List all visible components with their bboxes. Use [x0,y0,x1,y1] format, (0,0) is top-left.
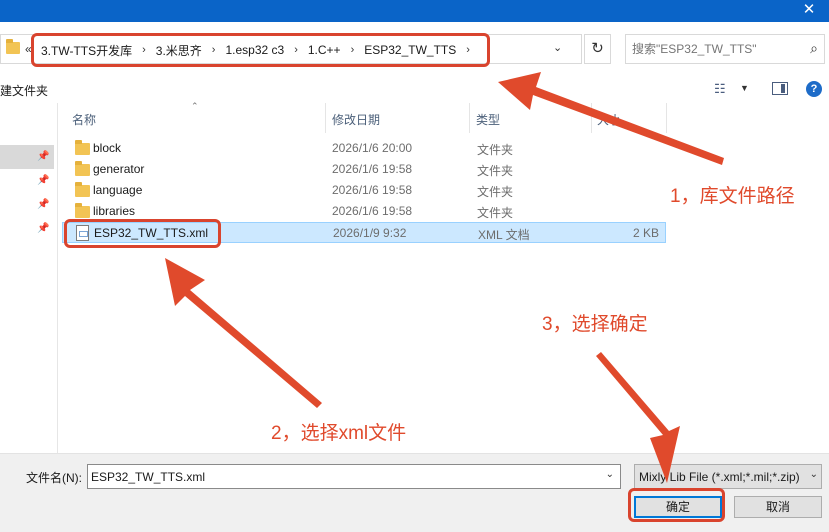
filename-input[interactable] [91,469,591,485]
highlight-box-xml [64,219,221,248]
column-header-size[interactable]: 大小 [597,111,621,128]
folder-icon [75,182,90,197]
file-type: 文件夹 [477,185,514,199]
file-name: block [93,141,122,155]
file-list: ⌃ 名称 修改日期 类型 大小 block 2026/1/6 20:00 文件夹… [59,101,829,453]
file-date: 2026/1/6 19:58 [332,183,413,197]
filename-label: 文件名(N): [26,471,82,485]
file-date: 2026/1/6 20:00 [332,141,413,155]
file-type: 文件夹 [477,206,514,220]
folder-icon [75,161,90,176]
pin-icon[interactable]: 📌 [37,223,49,234]
file-type: 文件夹 [477,143,514,157]
file-size: 2 KB [632,226,659,240]
highlight-box-path [31,33,490,67]
column-divider[interactable] [591,103,592,133]
navigation-pane: 📌 📌 📌 📌 [0,103,58,453]
pin-icon[interactable]: 📌 [37,199,49,210]
folder-icon [75,203,90,218]
file-date: 2026/1/9 9:32 [333,226,407,240]
cancel-button[interactable]: 取消 [734,496,822,518]
new-folder-button[interactable]: 建文件夹 [0,82,48,99]
highlight-box-ok [628,488,725,522]
close-icon[interactable]: ✕ [789,0,829,22]
column-headers: ⌃ 名称 修改日期 类型 大小 [59,101,829,133]
folder-icon [6,39,20,54]
file-type: 文件夹 [477,164,514,178]
column-divider[interactable] [325,103,326,133]
file-date: 2026/1/6 19:58 [332,162,413,176]
view-options-icon[interactable]: ☷ [714,81,726,97]
help-icon[interactable]: ? [806,81,822,97]
column-divider[interactable] [469,103,470,133]
file-row-block[interactable]: block 2026/1/6 20:00 文件夹 [62,138,666,159]
file-type: XML 文档 [478,228,530,242]
annotation-label-path: 1，库文件路径 [670,186,795,207]
address-dropdown-icon[interactable]: ⌄ [553,41,562,54]
search-box[interactable]: ⌕ [625,34,825,64]
file-name: language [93,183,143,197]
chevron-down-icon[interactable]: ⌄ [606,469,614,480]
filename-combobox[interactable]: ⌄ [87,464,621,489]
pin-icon[interactable]: 📌 [37,175,49,186]
annotation-label-ok: 3，选择确定 [542,314,648,335]
chevron-down-icon[interactable]: ⌄ [807,469,818,480]
filetype-select[interactable]: Mixly Lib File (*.xml;*.mil;*.zip) ⌄ [634,464,822,489]
title-bar: ✕ [0,0,829,22]
file-row-language[interactable]: language 2026/1/6 19:58 文件夹 [62,180,666,201]
view-dropdown-icon[interactable]: ▼ [740,83,749,93]
column-header-name[interactable]: 名称 [72,111,96,128]
folder-icon [75,140,90,155]
preview-pane-icon[interactable] [772,82,788,95]
column-header-type[interactable]: 类型 [476,111,500,128]
toolbar: 建文件夹 ☷ ▼ ? [0,78,829,103]
filetype-value: Mixly Lib File (*.xml;*.mil;*.zip) [639,470,800,484]
file-date: 2026/1/6 19:58 [332,204,413,218]
column-header-date[interactable]: 修改日期 [332,111,380,128]
column-divider[interactable] [666,103,667,133]
refresh-button[interactable]: ↻ [584,34,611,64]
file-name: generator [93,162,145,176]
file-row-generator[interactable]: generator 2026/1/6 19:58 文件夹 [62,159,666,180]
annotation-label-xml: 2，选择xml文件 [271,423,407,444]
pin-icon[interactable]: 📌 [37,151,49,162]
search-input[interactable] [632,41,802,57]
file-name: libraries [93,204,136,218]
search-icon[interactable]: ⌕ [810,40,818,57]
sort-ascending-icon: ⌃ [191,101,199,111]
